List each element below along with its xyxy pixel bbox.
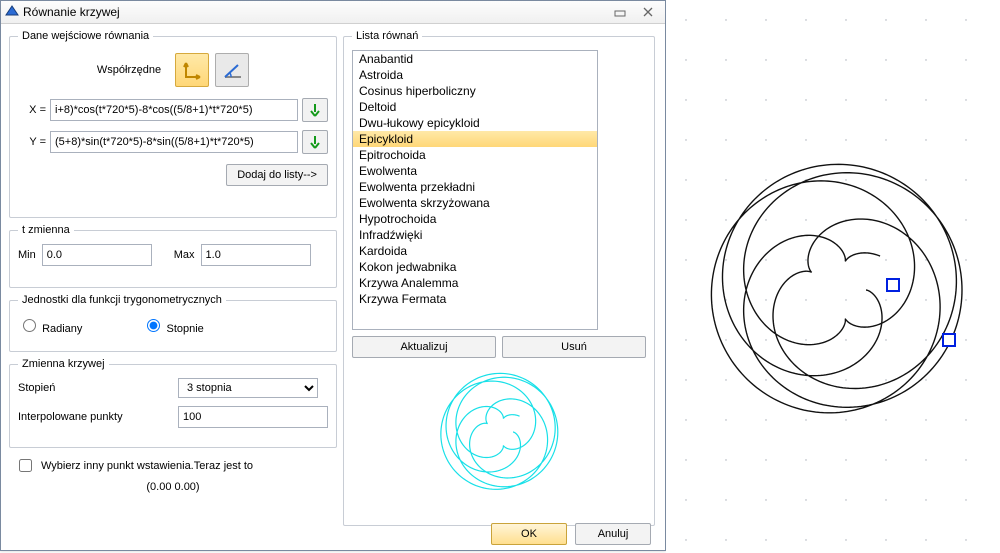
title-bar[interactable]: Równanie krzywej xyxy=(1,1,665,24)
help-button[interactable] xyxy=(607,3,633,21)
insert-point-label: Wybierz inny punkt wstawienia.Teraz jest… xyxy=(41,460,253,472)
units-legend: Jednostki dla funkcji trygonometrycznych xyxy=(18,294,226,306)
list-item[interactable]: Kokon jedwabnika xyxy=(353,259,597,275)
cartesian-coord-button[interactable] xyxy=(175,53,209,87)
list-item[interactable]: Ewolwenta przekładni xyxy=(353,179,597,195)
x-label: X = xyxy=(18,104,46,116)
equation-list-group: Lista równań AnabantidAstroidaCosinus hi… xyxy=(343,30,655,526)
list-item[interactable]: Epitrochoida xyxy=(353,147,597,163)
x-apply-button[interactable] xyxy=(302,98,328,122)
list-item[interactable]: Krzywa Fermata xyxy=(353,291,597,307)
drawing-canvas[interactable] xyxy=(666,0,1000,553)
curve-handle[interactable] xyxy=(886,278,900,292)
cancel-button[interactable]: Anuluj xyxy=(575,523,651,545)
update-button[interactable]: Aktualizuj xyxy=(352,336,496,358)
list-item[interactable]: Epicykloid xyxy=(353,131,597,147)
min-input[interactable] xyxy=(42,244,152,266)
close-button[interactable] xyxy=(635,3,661,21)
points-input[interactable] xyxy=(178,406,328,428)
y-input[interactable] xyxy=(50,131,298,153)
max-input[interactable] xyxy=(201,244,311,266)
list-item[interactable]: Infradźwięki xyxy=(353,227,597,243)
curve-handle[interactable] xyxy=(942,333,956,347)
y-apply-button[interactable] xyxy=(302,130,328,154)
window-title: Równanie krzywej xyxy=(23,5,120,19)
list-item[interactable]: Astroida xyxy=(353,67,597,83)
list-item[interactable]: Ewolwenta skrzyżowana xyxy=(353,195,597,211)
ok-button[interactable]: OK xyxy=(491,523,567,545)
y-label: Y = xyxy=(18,136,46,148)
degree-label: Stopień xyxy=(18,382,168,394)
radians-radio[interactable]: Radiany xyxy=(18,316,82,335)
add-to-list-button[interactable]: Dodaj do listy--> xyxy=(226,164,328,186)
insert-point-value: (0.00 0.00) xyxy=(9,481,337,493)
var-legend: Zmienna krzywej xyxy=(18,358,109,370)
list-item[interactable]: Ewolwenta xyxy=(353,163,597,179)
x-input[interactable] xyxy=(50,99,298,121)
degree-select[interactable]: 3 stopnia xyxy=(178,378,318,398)
list-item[interactable]: Hypotrochoida xyxy=(353,211,597,227)
curve-preview xyxy=(399,368,599,496)
list-item[interactable]: Cosinus hiperboliczny xyxy=(353,83,597,99)
list-item[interactable]: Krzywa Analemma xyxy=(353,275,597,291)
curve-variable-group: Zmienna krzywej Stopień 3 stopnia Interp… xyxy=(9,358,337,448)
t-variable-group: t zmienna Min Max xyxy=(9,224,337,288)
input-data-legend: Dane wejściowe równania xyxy=(18,30,153,42)
list-item[interactable]: Dwu-łukowy epicykloid xyxy=(353,115,597,131)
equation-listbox[interactable]: AnabantidAstroidaCosinus hiperbolicznyDe… xyxy=(352,50,598,330)
degrees-radio[interactable]: Stopnie xyxy=(142,316,203,335)
input-data-group: Dane wejściowe równania Współrzędne X = xyxy=(9,30,337,218)
units-group: Jednostki dla funkcji trygonometrycznych… xyxy=(9,294,337,352)
delete-button[interactable]: Usuń xyxy=(502,336,646,358)
list-item[interactable]: Kardoida xyxy=(353,243,597,259)
polar-coord-button[interactable] xyxy=(215,53,249,87)
min-label: Min xyxy=(18,249,36,261)
list-legend: Lista równań xyxy=(352,30,422,42)
list-item[interactable]: Deltoid xyxy=(353,99,597,115)
t-legend: t zmienna xyxy=(18,224,74,236)
app-icon xyxy=(5,5,19,19)
insert-point-checkbox[interactable] xyxy=(19,459,32,472)
max-label: Max xyxy=(174,249,195,261)
points-label: Interpolowane punkty xyxy=(18,411,168,423)
list-item[interactable]: Anabantid xyxy=(353,51,597,67)
equation-dialog: Równanie krzywej Dane wejściowe równania… xyxy=(0,0,666,551)
coord-label: Współrzędne xyxy=(97,64,161,76)
